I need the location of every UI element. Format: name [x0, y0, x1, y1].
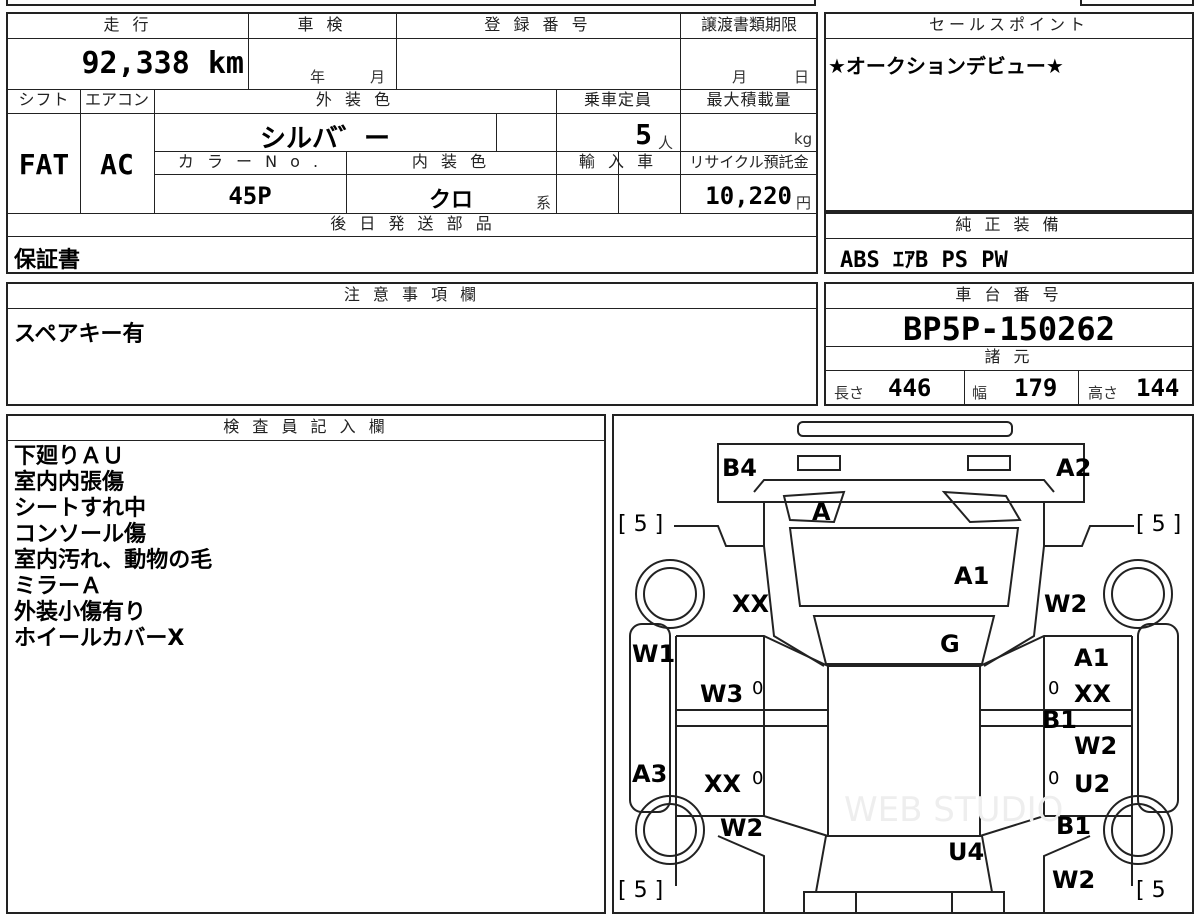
inspection-month: 月 — [370, 68, 386, 86]
width-label: 幅 — [972, 384, 988, 402]
exterior-color-value: シルバ゛ー — [259, 124, 390, 154]
damage-mark-b1-right: B1 — [1042, 706, 1077, 734]
caution-box: 注 意 事 項 欄 スペアキー有 — [6, 282, 818, 406]
header-color-no: カ ラ ー N o . — [177, 152, 323, 171]
header-import: 輸 入 車 — [578, 152, 658, 171]
later-parts-value: 保証書 — [14, 248, 81, 273]
damage-mark-a: A — [812, 498, 831, 526]
width-value: 179 — [1014, 374, 1058, 402]
recycle-unit: 円 — [796, 194, 812, 212]
damage-mark-a3: A3 — [632, 760, 668, 788]
ac-value: AC — [100, 148, 134, 181]
shift-value: FAT — [18, 148, 70, 181]
damage-mark-u4: U4 — [948, 838, 985, 866]
capacity-unit: 人 — [658, 134, 674, 152]
damage-mark-w2-left-rear: W2 — [720, 814, 764, 842]
damage-mark-w1: W1 — [632, 640, 676, 668]
genuine-equipment-text: ABS ｴｱB PS PW — [840, 248, 1008, 273]
damage-mark-b4: B4 — [722, 454, 757, 482]
damage-mark-w2-right-fender: W2 — [1044, 590, 1088, 618]
sales-point-header: セールスポイント — [928, 15, 1089, 34]
header-later-parts: 後 日 発 送 部 品 — [330, 214, 496, 233]
inspector-line: コンソール傷 — [14, 522, 147, 547]
top-edge-strip-right — [1080, 0, 1194, 6]
inspection-year: 年 — [310, 68, 326, 86]
recycle-value: 10,220 — [705, 182, 792, 210]
length-value: 446 — [888, 374, 932, 402]
height-value: 144 — [1136, 374, 1180, 402]
inspector-line: 室内内張傷 — [14, 470, 125, 495]
header-interior-color: 内 装 色 — [411, 152, 491, 171]
damage-mark-xx-left-fender: XX — [732, 590, 770, 618]
damage-mark-xx-right: XX — [1074, 680, 1112, 708]
vehicle-info-table: 走 行 車 検 登 録 番 号 譲渡書類期限 92,338 km 年 月 月 日… — [6, 12, 818, 274]
tire-tread-bottom-left: [ 5 ] — [618, 878, 664, 903]
genuine-equipment-box: 純 正 装 備 ABS ｴｱB PS PW — [824, 212, 1194, 274]
inspector-line: ミラーＡ — [14, 574, 103, 599]
damage-mark-w3: W3 — [700, 680, 744, 708]
height-label: 高さ — [1088, 384, 1119, 402]
sales-point-box: セールスポイント ★オークションデビュー★ — [824, 12, 1194, 212]
inspector-line: 下廻りＡＵ — [14, 444, 125, 469]
transfer-month: 月 — [732, 68, 748, 86]
interior-suffix: 系 — [536, 194, 552, 212]
header-capacity: 乗車定員 — [583, 90, 652, 109]
chassis-number: BP5P-150262 — [903, 310, 1115, 348]
inspector-header: 検 査 員 記 入 欄 — [223, 417, 389, 436]
damage-mark-w2-right: W2 — [1074, 732, 1118, 760]
caution-text: スペアキー有 — [14, 322, 145, 347]
header-max-load: 最大積載量 — [706, 90, 792, 109]
inspector-line: ホイールカバーX — [14, 626, 185, 651]
chassis-header: 車 台 番 号 — [955, 285, 1063, 304]
inspector-line: 室内汚れ、動物の毛 — [14, 548, 213, 573]
spec-header: 諸 元 — [984, 347, 1034, 366]
header-transfer-deadline: 譲渡書類期限 — [700, 15, 797, 34]
sales-point-text: ★オークションデビュー★ — [828, 54, 1064, 78]
length-label: 長さ — [834, 384, 865, 402]
damage-mark-a1-right: A1 — [1074, 644, 1110, 672]
header-exterior-color: 外 装 色 — [315, 90, 395, 109]
damage-mark-zero: 0 — [752, 678, 764, 699]
load-unit: kg — [794, 130, 813, 148]
inspector-box: 検 査 員 記 入 欄 下廻りＡＵ 室内内張傷 シートすれ中 コンソール傷 室内… — [6, 414, 606, 914]
inspector-line: シートすれ中 — [14, 496, 147, 521]
top-edge-strip — [6, 0, 816, 6]
damage-mark-zero: 0 — [1048, 768, 1060, 789]
damage-mark-a1-hood: A1 — [954, 562, 990, 590]
capacity-value: 5 — [635, 118, 652, 151]
tire-tread-top-left: [ 5 ] — [618, 512, 664, 537]
chassis-box: 車 台 番 号 BP5P-150262 諸 元 長さ 446 幅 179 高さ … — [824, 282, 1194, 406]
header-shift: シフト — [18, 90, 70, 109]
damage-mark-zero: 0 — [1048, 678, 1060, 699]
damage-mark-a2: A2 — [1056, 454, 1092, 482]
watermark: WEB STUDIO — [844, 790, 1063, 830]
damage-mark-b1-rear: B1 — [1056, 812, 1091, 840]
color-no-value: 45P — [228, 182, 272, 210]
inspector-line: 外装小傷有り — [14, 600, 147, 625]
header-mileage: 走 行 — [103, 15, 153, 34]
inspector-lines: 下廻りＡＵ 室内内張傷 シートすれ中 コンソール傷 室内汚れ、動物の毛 ミラーＡ… — [14, 444, 212, 652]
mileage-value: 92,338 km — [81, 46, 244, 81]
tire-tread-bottom-right: [ 5 — [1136, 878, 1166, 903]
damage-mark-zero: 0 — [752, 768, 764, 789]
damage-diagram-box: WEB STUDIO [ 5 ] [ 5 ] [ 5 ] [ 5 B4 A2 A… — [612, 414, 1194, 914]
header-registration: 登 録 番 号 — [484, 15, 592, 34]
damage-mark-g: G — [940, 630, 960, 658]
header-inspection: 車 検 — [297, 15, 347, 34]
tire-tread-top-right: [ 5 ] — [1136, 512, 1182, 537]
header-recycle: リサイクル預託金 — [689, 153, 809, 171]
caution-header: 注 意 事 項 欄 — [343, 285, 481, 304]
header-ac: エアコン — [84, 90, 149, 109]
interior-color-value: クロ — [428, 188, 473, 213]
damage-mark-xx-left-rear: XX — [704, 770, 742, 798]
genuine-equipment-header: 純 正 装 備 — [955, 215, 1063, 234]
damage-mark-w2-bottom: W2 — [1052, 866, 1096, 894]
damage-mark-u2: U2 — [1074, 770, 1111, 798]
transfer-day: 日 — [794, 68, 810, 86]
